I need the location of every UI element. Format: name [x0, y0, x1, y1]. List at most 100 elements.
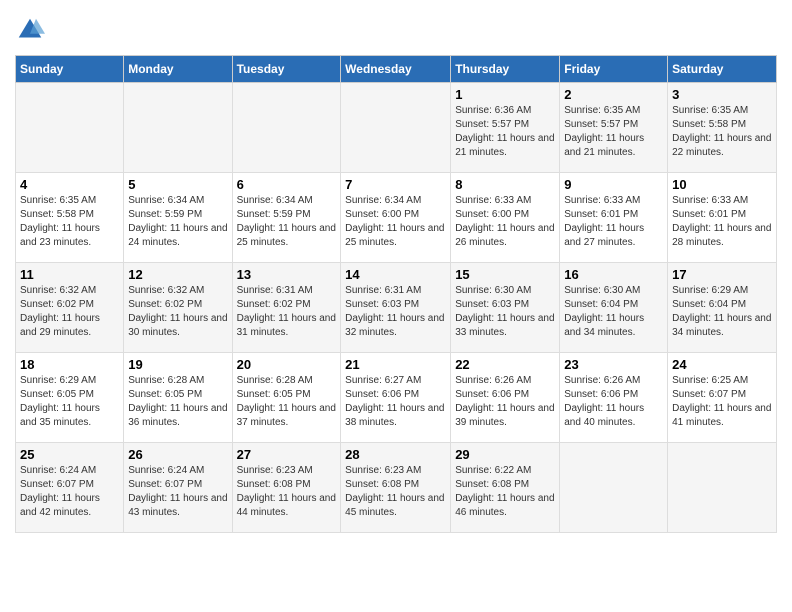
- day-number: 26: [128, 447, 227, 462]
- cell-content: Sunrise: 6:28 AM Sunset: 6:05 PM Dayligh…: [237, 374, 337, 430]
- calendar-cell: 26 Sunrise: 6:24 AM Sunset: 6:07 PM Dayli…: [124, 443, 232, 533]
- cell-content: Sunrise: 6:36 AM Sunset: 5:57 PM Dayligh…: [455, 104, 555, 160]
- day-number: 20: [237, 357, 337, 372]
- cell-content: Sunrise: 6:26 AM Sunset: 6:06 PM Dayligh…: [455, 374, 555, 430]
- calendar-cell: 6Sunrise: 6:34 AM Sunset: 5:59 PM Daylig…: [232, 173, 341, 263]
- cell-content: Sunrise: 6:28 AM Sunset: 6:05 PM Dayligh…: [128, 374, 227, 430]
- header-day: Friday: [560, 56, 668, 83]
- calendar-cell: 22 Sunrise: 6:26 AM Sunset: 6:06 PM Dayli…: [451, 353, 560, 443]
- calendar-cell: 9 Sunrise: 6:33 AM Sunset: 6:01 PM Daylig…: [560, 173, 668, 263]
- day-number: 16: [564, 267, 663, 282]
- calendar-cell: 12 Sunrise: 6:32 AM Sunset: 6:02 PM Dayli…: [124, 263, 232, 353]
- calendar-cell: [232, 83, 341, 173]
- cell-content: Sunrise: 6:24 AM Sunset: 6:07 PM Dayligh…: [128, 464, 227, 520]
- calendar-cell: 5 Sunrise: 6:34 AM Sunset: 5:59 PM Daylig…: [124, 173, 232, 263]
- cell-content: Sunrise: 6:32 AM Sunset: 6:02 PM Dayligh…: [20, 284, 119, 340]
- cell-content: Sunrise: 6:30 AM Sunset: 6:04 PM Dayligh…: [564, 284, 663, 340]
- calendar-week-row: 11 Sunrise: 6:32 AM Sunset: 6:02 PM Dayli…: [16, 263, 777, 353]
- cell-content: Sunrise: 6:29 AM Sunset: 6:04 PM Dayligh…: [672, 284, 772, 340]
- cell-content: Sunrise: 6:25 AM Sunset: 6:07 PM Dayligh…: [672, 374, 772, 430]
- header-day: Wednesday: [341, 56, 451, 83]
- calendar-week-row: 1 Sunrise: 6:36 AM Sunset: 5:57 PM Daylig…: [16, 83, 777, 173]
- day-number: 10: [672, 177, 772, 192]
- calendar-table: SundayMondayTuesdayWednesdayThursdayFrid…: [15, 55, 777, 533]
- calendar-cell: 21Sunrise: 6:27 AM Sunset: 6:06 PM Dayli…: [341, 353, 451, 443]
- calendar-cell: 15 Sunrise: 6:30 AM Sunset: 6:03 PM Dayli…: [451, 263, 560, 353]
- cell-content: Sunrise: 6:23 AM Sunset: 6:08 PM Dayligh…: [345, 464, 446, 520]
- calendar-cell: [16, 83, 124, 173]
- day-number: 18: [20, 357, 119, 372]
- header-day: Thursday: [451, 56, 560, 83]
- header-day: Sunday: [16, 56, 124, 83]
- day-number: 11: [20, 267, 119, 282]
- header-day: Monday: [124, 56, 232, 83]
- day-number: 22: [455, 357, 555, 372]
- calendar-week-row: 25Sunrise: 6:24 AM Sunset: 6:07 PM Dayli…: [16, 443, 777, 533]
- day-number: 29: [455, 447, 555, 462]
- calendar-cell: 13 Sunrise: 6:31 AM Sunset: 6:02 PM Dayli…: [232, 263, 341, 353]
- cell-content: Sunrise: 6:33 AM Sunset: 6:01 PM Dayligh…: [564, 194, 663, 250]
- cell-content: Sunrise: 6:29 AM Sunset: 6:05 PM Dayligh…: [20, 374, 119, 430]
- day-number: 5: [128, 177, 227, 192]
- day-number: 23: [564, 357, 663, 372]
- calendar-week-row: 4 Sunrise: 6:35 AM Sunset: 5:58 PM Daylig…: [16, 173, 777, 263]
- calendar-cell: 7 Sunrise: 6:34 AM Sunset: 6:00 PM Daylig…: [341, 173, 451, 263]
- calendar-cell: [668, 443, 777, 533]
- calendar-cell: 17 Sunrise: 6:29 AM Sunset: 6:04 PM Dayli…: [668, 263, 777, 353]
- header-row: SundayMondayTuesdayWednesdayThursdayFrid…: [16, 56, 777, 83]
- day-number: 17: [672, 267, 772, 282]
- cell-content: Sunrise: 6:35 AM Sunset: 5:57 PM Dayligh…: [564, 104, 663, 160]
- cell-content: Sunrise: 6:31 AM Sunset: 6:02 PM Dayligh…: [237, 284, 337, 340]
- calendar-cell: 25Sunrise: 6:24 AM Sunset: 6:07 PM Dayli…: [16, 443, 124, 533]
- calendar-cell: 18 Sunrise: 6:29 AM Sunset: 6:05 PM Dayli…: [16, 353, 124, 443]
- cell-content: Sunrise: 6:34 AM Sunset: 6:00 PM Dayligh…: [345, 194, 446, 250]
- calendar-cell: 4 Sunrise: 6:35 AM Sunset: 5:58 PM Daylig…: [16, 173, 124, 263]
- calendar-week-row: 18 Sunrise: 6:29 AM Sunset: 6:05 PM Dayli…: [16, 353, 777, 443]
- calendar-cell: 23 Sunrise: 6:26 AM Sunset: 6:06 PM Dayli…: [560, 353, 668, 443]
- calendar-cell: 1 Sunrise: 6:36 AM Sunset: 5:57 PM Daylig…: [451, 83, 560, 173]
- cell-content: Sunrise: 6:27 AM Sunset: 6:06 PM Dayligh…: [345, 374, 446, 430]
- cell-content: Sunrise: 6:35 AM Sunset: 5:58 PM Dayligh…: [672, 104, 772, 160]
- calendar-cell: 14 Sunrise: 6:31 AM Sunset: 6:03 PM Dayli…: [341, 263, 451, 353]
- calendar-cell: [560, 443, 668, 533]
- cell-content: Sunrise: 6:32 AM Sunset: 6:02 PM Dayligh…: [128, 284, 227, 340]
- calendar-cell: [124, 83, 232, 173]
- header-day: Saturday: [668, 56, 777, 83]
- cell-content: Sunrise: 6:23 AM Sunset: 6:08 PM Dayligh…: [237, 464, 337, 520]
- cell-content: Sunrise: 6:26 AM Sunset: 6:06 PM Dayligh…: [564, 374, 663, 430]
- calendar-cell: 8Sunrise: 6:33 AM Sunset: 6:00 PM Daylig…: [451, 173, 560, 263]
- cell-content: Sunrise: 6:33 AM Sunset: 6:00 PM Dayligh…: [455, 194, 555, 250]
- day-number: 7: [345, 177, 446, 192]
- day-number: 14: [345, 267, 446, 282]
- day-number: 15: [455, 267, 555, 282]
- logo-icon: [15, 15, 45, 45]
- header-day: Tuesday: [232, 56, 341, 83]
- day-number: 9: [564, 177, 663, 192]
- day-number: 3: [672, 87, 772, 102]
- calendar-cell: 16 Sunrise: 6:30 AM Sunset: 6:04 PM Dayli…: [560, 263, 668, 353]
- cell-content: Sunrise: 6:31 AM Sunset: 6:03 PM Dayligh…: [345, 284, 446, 340]
- day-number: 24: [672, 357, 772, 372]
- calendar-cell: [341, 83, 451, 173]
- calendar-cell: 11 Sunrise: 6:32 AM Sunset: 6:02 PM Dayli…: [16, 263, 124, 353]
- calendar-cell: 3 Sunrise: 6:35 AM Sunset: 5:58 PM Daylig…: [668, 83, 777, 173]
- day-number: 1: [455, 87, 555, 102]
- day-number: 27: [237, 447, 337, 462]
- day-number: 12: [128, 267, 227, 282]
- logo: [15, 15, 49, 45]
- cell-content: Sunrise: 6:33 AM Sunset: 6:01 PM Dayligh…: [672, 194, 772, 250]
- calendar-cell: 19Sunrise: 6:28 AM Sunset: 6:05 PM Dayli…: [124, 353, 232, 443]
- day-number: 13: [237, 267, 337, 282]
- cell-content: Sunrise: 6:34 AM Sunset: 5:59 PM Dayligh…: [237, 194, 337, 250]
- header: [15, 15, 777, 45]
- cell-content: Sunrise: 6:34 AM Sunset: 5:59 PM Dayligh…: [128, 194, 227, 250]
- calendar-cell: 10 Sunrise: 6:33 AM Sunset: 6:01 PM Dayli…: [668, 173, 777, 263]
- cell-content: Sunrise: 6:30 AM Sunset: 6:03 PM Dayligh…: [455, 284, 555, 340]
- calendar-cell: 27 Sunrise: 6:23 AM Sunset: 6:08 PM Dayli…: [232, 443, 341, 533]
- cell-content: Sunrise: 6:35 AM Sunset: 5:58 PM Dayligh…: [20, 194, 119, 250]
- calendar-cell: 29Sunrise: 6:22 AM Sunset: 6:08 PM Dayli…: [451, 443, 560, 533]
- calendar-cell: 20 Sunrise: 6:28 AM Sunset: 6:05 PM Dayli…: [232, 353, 341, 443]
- day-number: 4: [20, 177, 119, 192]
- day-number: 28: [345, 447, 446, 462]
- calendar-cell: 2Sunrise: 6:35 AM Sunset: 5:57 PM Daylig…: [560, 83, 668, 173]
